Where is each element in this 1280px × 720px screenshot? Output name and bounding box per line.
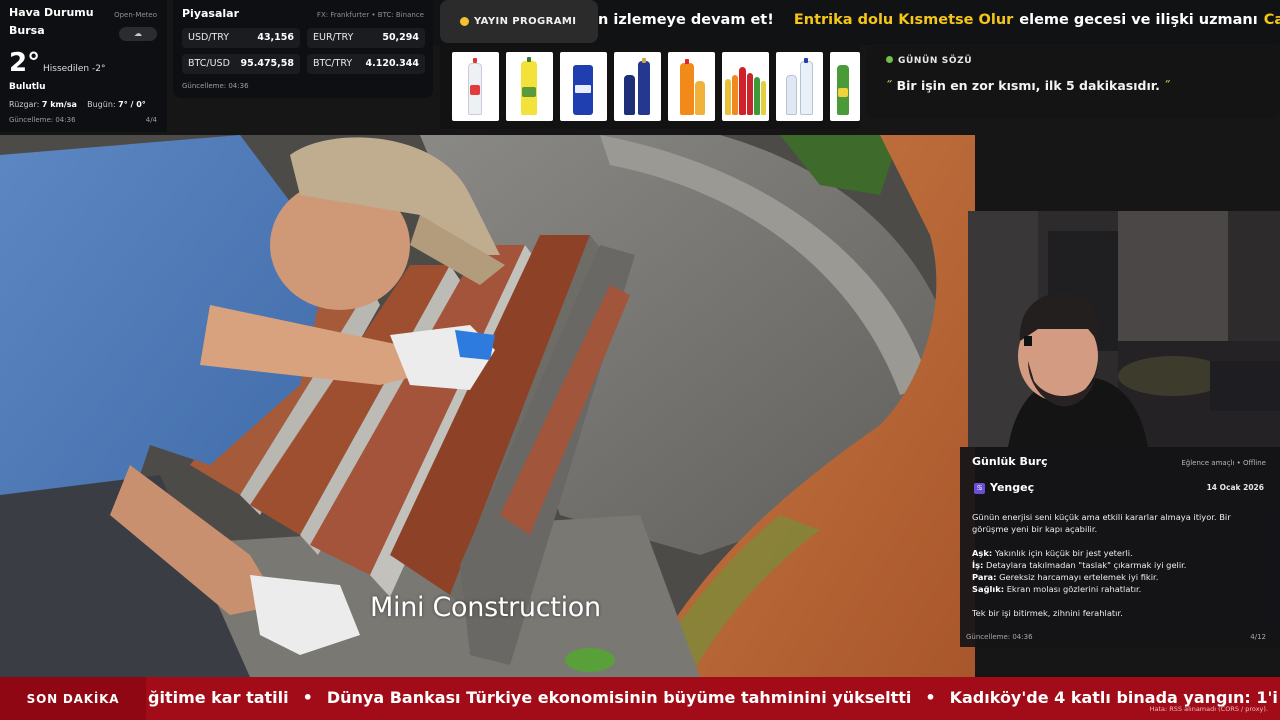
product-lemon-soda [506,52,553,121]
ticker-highlight: Entrika dolu Kısmetse Olur [793,12,1014,28]
breaking-label: SON DAKİKA [0,677,146,720]
breaking-news-bar: SON DAKİKA ğitime kar tatili • Dünya Banka… [0,677,1280,720]
weather-temperature: 2° [9,48,41,78]
horoscope-closing: Tek bir işi bitirmek, zihnini ferahlatır… [972,608,1123,618]
horoscope-body: Günün enerjisi seni küçük ama etkili kar… [972,511,1268,619]
weather-widget: Hava Durumu Open-Meteo Bursa ☁ 2° Hissed… [0,0,167,132]
quote-text: ˝ Bir işin en zor kısmı, ilk 5 dakikasıd… [886,78,1260,93]
daily-quote: GÜNÜN SÖZÜ ˝ Bir işin en zor kısmı, ilk … [866,46,1280,118]
horoscope-intro: Günün enerjisi seni küçük ama etkili kar… [972,512,1231,534]
live-dot-icon [460,17,469,26]
webcam-feed [968,211,1280,447]
market-value: 50,294 [382,32,419,43]
markets-source: FX: Frankfurter • BTC: Binance [316,11,424,19]
market-value: 95.475,58 [240,58,295,69]
product-water-bottle [452,52,499,121]
market-label: USD/TRY [188,32,230,43]
main-video[interactable]: Mini Construction [0,135,975,677]
wind-value: 7 km/sa [41,100,77,109]
weather-details: Rüzgar: 7 km/sa Bugün: 7° / 0° [9,100,146,109]
cancer-sign-icon: ♋ [974,483,985,494]
product-soda-lineup [722,52,769,121]
horoscope-page: 4/12 [1250,633,1266,641]
product-mineral-water [776,52,823,121]
quote-body: Bir işin en zor kısmı, ilk 5 dakikasıdır… [896,78,1160,93]
market-usd-try: USD/TRY 43,156 [182,28,300,48]
horoscope-updated: Güncelleme: 04:36 [966,633,1033,641]
weather-feels-like: Hissedilen -2° [43,64,106,74]
market-btc-usd: BTC/USD 95.475,58 [182,54,300,74]
weather-updated: Güncelleme: 04:36 [9,116,76,124]
market-eur-try: EUR/TRY 50,294 [307,28,425,48]
weather-page: 4/4 [145,116,157,124]
sign-name: Yengeç [990,481,1035,494]
horoscope-line: Aşk: Yakınlık için küçük bir jest yeterl… [972,548,1133,558]
weather-condition: Bulutlu [9,82,46,92]
horoscope-line: İş: Detaylara takılmadan "taslak" çıkarm… [972,560,1187,570]
ticker-text: n izlemeye devam et! [598,12,774,28]
product-green-soda [830,52,860,121]
product-ad-strip [440,45,860,129]
cloud-icon[interactable]: ☁ [119,27,157,41]
horoscope-widget: Günlük Burç Eğlence amaçlı • Offline ♋ Ye… [960,447,1280,647]
horoscope-meta: Eğlence amaçlı • Offline [1181,459,1266,467]
ticker-text: eleme gecesi ve ilişki uzmanı [1019,12,1258,28]
market-value: 4.120.344 [365,58,420,69]
news-separator: • [302,688,313,707]
quote-title: GÜNÜN SÖZÜ [886,56,1260,66]
quote-title-text: GÜNÜN SÖZÜ [898,56,973,66]
market-label: BTC/TRY [313,58,353,69]
status-dot-icon [886,56,893,63]
news-item: Dünya Bankası Türkiye ekonomisinin büyüm… [326,688,912,707]
market-btc-try: BTC/TRY 4.120.344 [307,54,425,74]
breaking-ticker: ğitime kar tatili • Dünya Bankası Türkiye … [148,688,1280,707]
program-button[interactable]: YAYIN PROGRAMI [440,0,598,43]
market-value: 43,156 [257,32,294,43]
horoscope-line: Para: Gereksiz harcamayı ertelemek iyi f… [972,572,1159,582]
markets-widget: Piyasalar FX: Frankfurter • BTC: Binance… [173,0,433,98]
weather-source: Open-Meteo [114,11,157,19]
wind-label: Rüzgar: [9,100,40,109]
product-orange-soda [668,52,715,121]
ticker-highlight: Canbu [1263,12,1280,28]
horoscope-date: 14 Ocak 2026 [1206,483,1264,492]
market-label: BTC/USD [188,58,230,69]
today-value: 7° / 0° [118,100,146,109]
product-blue-bottles [614,52,661,121]
today-label: Bugün: [87,100,116,109]
product-can [560,52,607,121]
program-label: YAYIN PROGRAMI [474,16,577,27]
top-ticker: n izlemeye devam et! Entrika dolu Kısmets… [598,12,1280,34]
video-caption: Mini Construction [370,592,601,623]
markets-updated: Güncelleme: 04:36 [182,82,249,90]
rss-error: Hata: RSS alınamadı (CORS / proxy). [1149,705,1268,713]
quote-close-mark: ˝ [1164,78,1171,93]
quote-open-mark: ˝ [886,78,893,93]
webcam-illustration [968,211,1280,447]
news-separator: • [925,688,936,707]
market-label: EUR/TRY [313,32,354,43]
news-item: ğitime kar tatili [148,688,289,707]
horoscope-line: Sağlık: Ekran molası gözlerini rahatlatı… [972,584,1142,594]
horoscope-sign: ♋ Yengeç [974,481,1034,494]
